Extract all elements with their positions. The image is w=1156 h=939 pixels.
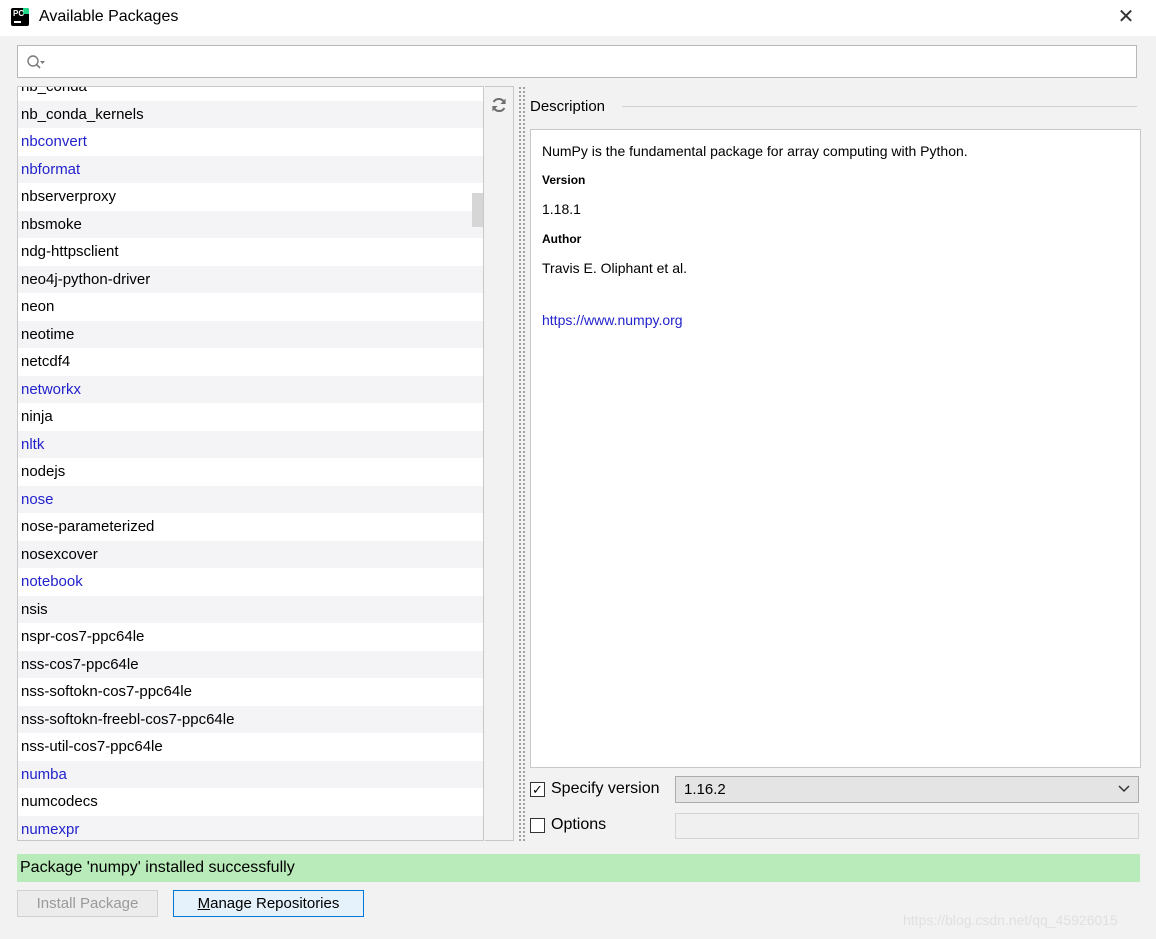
- close-icon[interactable]: ✕: [1108, 2, 1144, 32]
- author-label: Author: [542, 232, 582, 246]
- package-list-rows: nb_conda nb_conda_kernels nbconvert nbforma…: [18, 87, 483, 840]
- search-input[interactable]: [17, 45, 1137, 78]
- manage-mnemonic: M: [197, 895, 211, 912]
- manage-repositories-button[interactable]: Manage Repositories: [173, 890, 364, 917]
- options-input[interactable]: [675, 813, 1139, 839]
- package-row[interactable]: nspr-cos7-ppc64le: [18, 623, 483, 651]
- package-row[interactable]: nbconvert: [18, 128, 483, 156]
- title-bar: PC Available Packages ✕: [0, 0, 1156, 36]
- package-row[interactable]: networkx: [18, 375, 483, 403]
- package-row[interactable]: nss-softokn-cos7-ppc64le: [18, 678, 483, 706]
- search-text-field[interactable]: [52, 50, 1126, 75]
- checkmark-icon: ✓: [532, 782, 543, 797]
- package-summary: NumPy is the fundamental package for arr…: [542, 143, 968, 159]
- package-row[interactable]: nbsmoke: [18, 210, 483, 238]
- package-homepage-link[interactable]: https://www.numpy.org: [542, 312, 683, 328]
- search-icon: [27, 55, 45, 69]
- manage-label-rest: anage Repositories: [210, 895, 340, 912]
- pane-splitter-handle[interactable]: [517, 86, 525, 841]
- package-row[interactable]: nb_conda_kernels: [18, 100, 483, 128]
- list-toolstrip: [485, 86, 514, 841]
- package-row[interactable]: netcdf4: [18, 348, 483, 376]
- chevron-down-icon: [1118, 785, 1130, 793]
- status-message: Package 'numpy' installed successfully: [20, 859, 295, 876]
- package-row[interactable]: nose-parameterized: [18, 513, 483, 541]
- refresh-icon[interactable]: [490, 96, 508, 114]
- package-row[interactable]: notebook: [18, 568, 483, 596]
- specify-version-checkbox[interactable]: ✓: [530, 782, 545, 797]
- scrollbar-thumb[interactable]: [472, 193, 483, 227]
- package-row[interactable]: numba: [18, 760, 483, 788]
- package-row[interactable]: ndg-httpsclient: [18, 238, 483, 266]
- package-row[interactable]: nose: [18, 485, 483, 513]
- package-row[interactable]: nss-util-cos7-ppc64le: [18, 733, 483, 761]
- package-row[interactable]: nss-cos7-ppc64le: [18, 650, 483, 678]
- package-row[interactable]: nb_conda: [18, 87, 483, 101]
- description-header-divider: [622, 106, 1137, 107]
- window-title: Available Packages: [39, 8, 179, 25]
- version-select[interactable]: 1.16.2: [675, 776, 1139, 803]
- package-list[interactable]: nb_conda nb_conda_kernels nbconvert nbforma…: [17, 86, 484, 841]
- package-list-scrollbar[interactable]: [472, 87, 483, 840]
- watermark: https://blog.csdn.net/qq_45926015: [903, 912, 1118, 928]
- package-row[interactable]: nbformat: [18, 155, 483, 183]
- package-row[interactable]: neo4j-python-driver: [18, 265, 483, 293]
- pycharm-app-icon: PC: [11, 8, 29, 26]
- package-row[interactable]: nsis: [18, 595, 483, 623]
- package-row[interactable]: nosexcover: [18, 540, 483, 568]
- version-select-value: 1.16.2: [684, 781, 726, 798]
- package-row[interactable]: numexpr: [18, 815, 483, 840]
- package-author: Travis E. Oliphant et al.: [542, 260, 687, 276]
- options-checkbox[interactable]: [530, 818, 545, 833]
- status-banner: Package 'numpy' installed successfully: [17, 854, 1140, 882]
- package-row[interactable]: nbserverproxy: [18, 183, 483, 211]
- install-package-button[interactable]: Install Package: [17, 890, 158, 917]
- package-row[interactable]: neotime: [18, 320, 483, 348]
- package-row[interactable]: ninja: [18, 403, 483, 431]
- package-row[interactable]: nss-softokn-freebl-cos7-ppc64le: [18, 705, 483, 733]
- package-row[interactable]: nltk: [18, 430, 483, 458]
- package-row[interactable]: nodejs: [18, 458, 483, 486]
- description-panel: NumPy is the fundamental package for arr…: [530, 129, 1141, 768]
- app-icon-text: PC: [13, 9, 25, 18]
- package-row[interactable]: neon: [18, 293, 483, 321]
- options-label[interactable]: Options: [551, 816, 606, 834]
- package-row[interactable]: numcodecs: [18, 788, 483, 816]
- specify-version-label[interactable]: Specify version: [551, 780, 660, 798]
- package-version: 1.18.1: [542, 201, 581, 217]
- description-header: Description: [530, 98, 606, 115]
- version-label: Version: [542, 173, 586, 187]
